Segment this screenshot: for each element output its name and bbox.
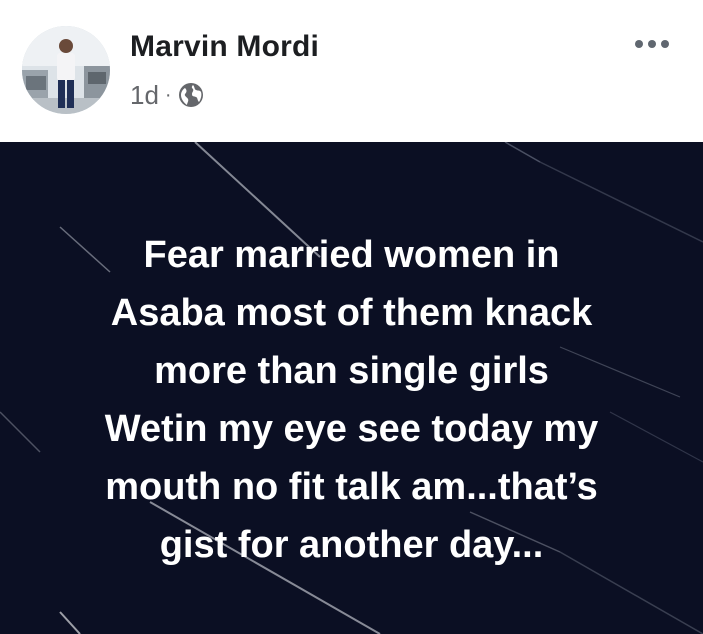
post-header: Marvin Mordi 1d · — [0, 0, 703, 142]
facebook-post: Marvin Mordi 1d · Fear married women in … — [0, 0, 703, 634]
post-status-text: Fear married women in Asaba most of them… — [20, 226, 683, 574]
post-timestamp[interactable]: 1d — [130, 80, 159, 111]
author-avatar[interactable] — [22, 26, 110, 114]
globe-icon[interactable] — [178, 82, 204, 108]
post-text-background: Fear married women in Asaba most of them… — [0, 142, 703, 634]
meta-separator: · — [164, 83, 172, 106]
post-meta: 1d · — [130, 80, 204, 110]
author-name[interactable]: Marvin Mordi — [130, 30, 319, 64]
ellipsis-icon — [635, 40, 643, 48]
more-options-button[interactable] — [628, 28, 676, 60]
post-text-line: Asaba most of them knack — [110, 292, 593, 334]
ellipsis-icon — [661, 40, 669, 48]
ellipsis-icon — [648, 40, 656, 48]
post-text-line: mouth no fit talk am...that’s — [105, 466, 598, 508]
post-text-line: more than single girls — [154, 350, 549, 392]
post-text-line: gist for another day... — [159, 524, 544, 566]
post-text-line: Wetin my eye see today my — [104, 408, 599, 450]
avatar-photo — [22, 26, 110, 114]
post-text-line: Fear married women in — [143, 234, 560, 276]
